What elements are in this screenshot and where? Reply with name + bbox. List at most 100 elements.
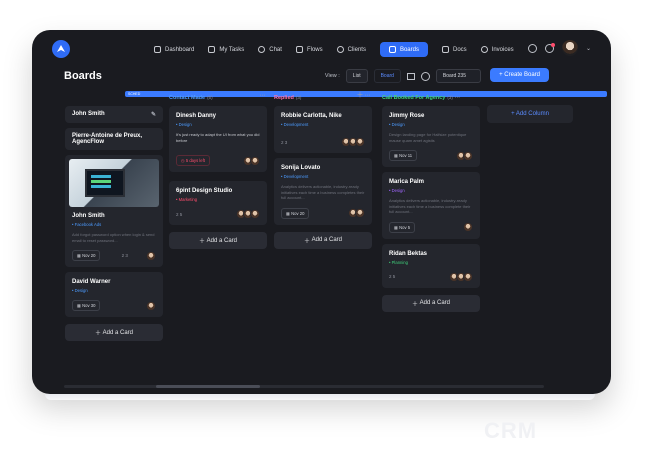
card-date: ▦ Nov 30 [72, 300, 101, 311]
card-title: John Smith [72, 213, 105, 219]
device-base [45, 394, 595, 400]
nav-clients[interactable]: Clients [336, 46, 366, 53]
add-card-button[interactable]: ＋ Add a Card [169, 232, 267, 249]
task-card[interactable]: Sonija Lovato • Development Analytics de… [274, 158, 372, 225]
scrollbar-thumb[interactable] [156, 385, 260, 388]
nav-chat[interactable]: Chat [258, 46, 282, 53]
task-card[interactable]: 6pint Design Studio • Marketing 2 5 [169, 181, 267, 225]
card-description: Analytics delivers actionable, industry-… [281, 184, 365, 200]
column-header: Call Booked For Agency (3) ··· [382, 94, 460, 101]
due-badge: ◷ 5 days left [176, 155, 210, 166]
boards-icon [388, 46, 396, 53]
card-description: It's just ready to adapt the UI from wha… [176, 132, 260, 143]
task-card[interactable]: Ridan Bektas • Planning 2 5 [382, 243, 480, 288]
avatar [463, 222, 473, 232]
view-toolbar: View : List Board Board 235 [325, 69, 481, 83]
dashboard-icon [154, 46, 161, 53]
add-card-button[interactable]: ＋ Add a Card [382, 294, 480, 312]
column-header: Contact Made (5) ··· [169, 91, 266, 102]
card-date: ▦ Nov 20 [72, 250, 101, 261]
avatar [463, 271, 473, 282]
card-date: ▦ Nov 20 [281, 207, 310, 219]
add-card-button[interactable]: ＋ Add a Card [274, 231, 372, 249]
settings-icon[interactable] [420, 71, 430, 81]
app-logo-icon[interactable] [52, 40, 70, 58]
board-column: Replied (3) ＋ ··· Robbie Carlotta, Nike •… [274, 89, 372, 249]
card-tag: • Design [389, 122, 405, 127]
card-description: Add forgot password option when login & … [72, 232, 155, 243]
card-title: Ridan Bektas [389, 250, 428, 257]
avatar [250, 209, 260, 219]
invoices-icon [480, 46, 488, 53]
horizontal-scrollbar[interactable] [64, 385, 544, 388]
nav-invoices[interactable]: Invoices [480, 46, 514, 53]
card-date: ▦ Nov 5 [389, 221, 416, 233]
add-card-button[interactable]: ＋ Add a Card [65, 324, 163, 341]
card-tag: • Development [281, 122, 309, 127]
board-column: Call Booked For Agency (3) ··· Jimmy Rose… [382, 89, 480, 312]
chat-icon [258, 46, 266, 53]
more-icon[interactable]: ··· [260, 92, 266, 99]
flows-icon [295, 46, 303, 53]
add-column-button[interactable]: + Add Column [487, 105, 573, 123]
board-column: ··· John Smith✎ Pierre-Antoine de Preux,… [65, 89, 163, 341]
card-title: 6pint Design Studio [176, 188, 233, 194]
avatar [146, 300, 156, 311]
avatar [463, 150, 473, 161]
search-icon[interactable] [527, 43, 537, 53]
clients-icon [336, 46, 344, 53]
card-counts: 2 3 [121, 253, 128, 258]
card-tag: • Facebook Ads [72, 222, 102, 227]
create-board-button[interactable]: + Create Board [490, 68, 549, 82]
card-counts: 2 5 [389, 274, 396, 279]
nav-boards[interactable]: Boards [379, 42, 428, 57]
task-card[interactable]: David Warner • Design ▦ Nov 30 [65, 272, 163, 317]
board-select[interactable]: Board 235 [435, 69, 481, 83]
card-title: David Warner [72, 279, 111, 285]
more-icon[interactable]: ··· [453, 94, 460, 101]
app-window: Dashboard My Tasks Chat Flows Clients Bo… [32, 30, 611, 394]
avatar [145, 250, 156, 261]
task-card[interactable]: John Smith • Facebook Ads Add forgot pas… [65, 155, 163, 267]
task-card[interactable]: Jimmy Rose • Design Design landing page … [382, 106, 480, 167]
docs-icon [441, 46, 449, 53]
avatar [355, 208, 365, 218]
board-view-button[interactable]: Board [373, 69, 401, 83]
top-navigation: Dashboard My Tasks Chat Flows Clients Bo… [32, 30, 611, 68]
card-tag: • Marketing [176, 197, 198, 202]
main-nav: Dashboard My Tasks Chat Flows Clients Bo… [154, 42, 514, 57]
user-avatar[interactable] [561, 40, 578, 56]
chevron-down-icon[interactable]: ⌄ [586, 45, 591, 52]
card-tag: • Development [281, 174, 309, 179]
edit-icon[interactable]: ✎ [151, 111, 156, 118]
column-title: Replied [274, 95, 294, 101]
avatar [355, 137, 365, 147]
column-header: Replied (3) ＋ ··· [274, 90, 371, 101]
list-view-button[interactable]: List [345, 69, 368, 83]
card-title: Dinesh Danny [176, 113, 217, 119]
card-tag: • Design [72, 288, 88, 293]
more-icon[interactable]: ＋ ··· [357, 90, 371, 100]
watermark-text: CRM [484, 418, 538, 443]
list-item[interactable]: John Smith ✎ [65, 106, 163, 123]
list-item[interactable]: Pierre-Antoine de Preux, AgencFlow [65, 128, 163, 150]
column-title: Call Booked For Agency [382, 95, 446, 101]
task-card[interactable]: Robbie Carlotta, Nike • Development 2 3 [274, 106, 372, 153]
nav-flows[interactable]: Flows [295, 46, 323, 53]
nav-my-tasks[interactable]: My Tasks [208, 46, 244, 53]
card-tag: • Design [389, 188, 405, 193]
notification-icon[interactable] [544, 42, 555, 53]
tasks-icon [208, 46, 216, 53]
task-card[interactable]: Dinesh Danny • Design It's just ready to… [169, 106, 267, 172]
nav-docs[interactable]: Docs [441, 46, 467, 53]
nav-dashboard[interactable]: Dashboard [154, 46, 194, 53]
card-cover-image [69, 159, 159, 207]
task-card[interactable]: Marica Palm • Design Analytics delivers … [382, 172, 480, 239]
filter-icon[interactable] [406, 72, 415, 80]
card-title: Sonija Lovato [281, 165, 321, 171]
column-title: Contact Made [169, 95, 206, 101]
board-column: Contact Made (5) ··· Dinesh Danny • Desig… [169, 89, 267, 249]
card-title: Robbie Carlotta, Nike [281, 113, 342, 119]
card-title: Marica Palm [389, 179, 425, 185]
avatar [250, 155, 260, 166]
